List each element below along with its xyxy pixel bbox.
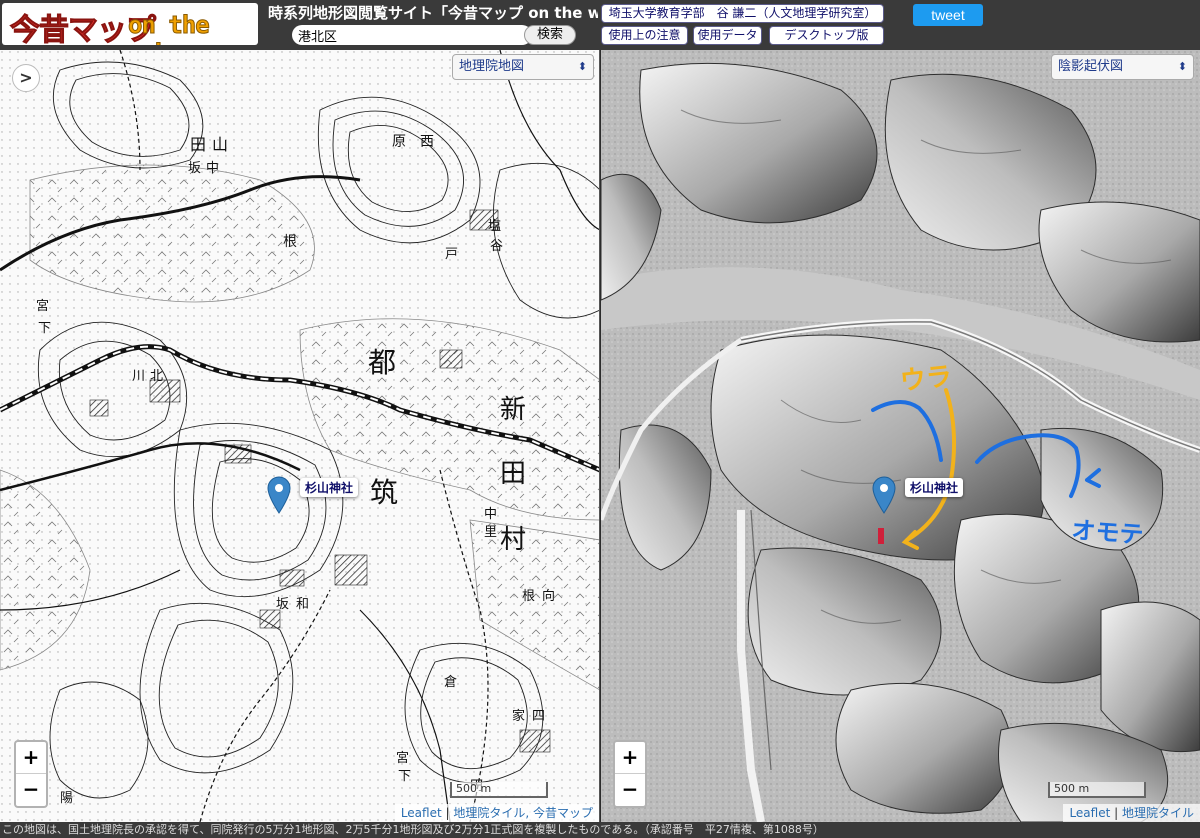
tile-attribution-link[interactable]: 地理院タイル, 今昔マップ bbox=[453, 806, 593, 820]
tweet-button[interactable]: tweet bbox=[913, 4, 983, 26]
map-label: 坂 bbox=[276, 597, 289, 612]
select-caret-icon: ⬍ bbox=[577, 60, 587, 73]
copyright-footer: この地図は、国土地理院長の承認を得て、同院発行の5万分1地形図、2万5千分1地形… bbox=[0, 822, 1200, 838]
right-attribution: Leaflet | 地理院タイル bbox=[1063, 804, 1200, 822]
map-label: 倉 bbox=[444, 675, 457, 690]
search-input[interactable] bbox=[292, 25, 532, 45]
map-label: 都 bbox=[368, 346, 396, 379]
map-label: 新 bbox=[500, 395, 526, 425]
zoom-in-button[interactable]: + bbox=[16, 742, 46, 774]
map-label: 谷 bbox=[490, 239, 503, 254]
right-layer-select[interactable]: 陰影起伏図 ⬍ bbox=[1051, 54, 1194, 80]
site-title: 時系列地形図閲覧サイト「今昔マップ on the web」 bbox=[268, 4, 598, 22]
sidebar-toggle-button[interactable]: > bbox=[12, 64, 40, 92]
map-label: 四 bbox=[532, 709, 545, 724]
left-scale-bar: 500 m bbox=[450, 782, 548, 798]
map-label: 下 bbox=[38, 321, 51, 336]
old-map-drawing: 田 山 坂 中 原 西 根 塩 谷 戸 宮 下 川 北 都 新 田 筑 村 中 … bbox=[0, 50, 599, 822]
shrine-marker-label: 杉山神社 bbox=[905, 478, 964, 497]
map-label: 山 bbox=[212, 135, 228, 154]
map-label: 下 bbox=[398, 769, 411, 784]
author-link[interactable]: 埼玉大学教育学部 谷 謙二（人文地理学研究室） bbox=[601, 4, 884, 23]
map-label: 家 bbox=[512, 708, 525, 724]
leaflet-link[interactable]: Leaflet bbox=[1069, 806, 1110, 820]
map-label: 田 bbox=[500, 459, 526, 489]
map-label: 田 bbox=[190, 135, 206, 154]
map-label: 坂 bbox=[188, 161, 201, 176]
shrine-marker-label: 杉山神社 bbox=[300, 478, 359, 497]
map-label: 西 bbox=[420, 134, 434, 150]
zoom-in-button[interactable]: + bbox=[615, 742, 645, 774]
map-label: 和 bbox=[296, 597, 309, 612]
map-label: 里 bbox=[484, 525, 497, 540]
map-label: 宮 bbox=[36, 298, 49, 314]
logo-sub-text: on the web bbox=[128, 11, 211, 46]
map-label: 戸 bbox=[445, 247, 458, 262]
shrine-marker-icon[interactable] bbox=[871, 476, 897, 514]
data-used-button[interactable]: 使用データ bbox=[693, 26, 762, 45]
zoom-out-button[interactable]: − bbox=[615, 774, 645, 806]
map-label: 川 bbox=[132, 369, 145, 384]
attribution-separator: | bbox=[441, 806, 454, 820]
ura-annotation: ウラ bbox=[899, 362, 954, 397]
shrine-marker-icon[interactable] bbox=[266, 476, 292, 514]
hillshade-drawing: ウラ オモテ bbox=[601, 50, 1200, 822]
map-label: 根 bbox=[283, 234, 297, 250]
site-logo[interactable]: 今昔マップ on the web bbox=[2, 3, 258, 45]
right-zoom-control: + − bbox=[613, 740, 647, 808]
left-layer-select[interactable]: 地理院地図 ⬍ bbox=[452, 54, 594, 80]
right-scale-bar: 500 m bbox=[1048, 782, 1146, 798]
map-label: 北 bbox=[150, 369, 163, 384]
left-layer-value: 地理院地図 bbox=[459, 59, 525, 74]
map-label: 原 bbox=[392, 134, 406, 150]
attribution-separator: | bbox=[1110, 806, 1122, 820]
desktop-version-button[interactable]: デスクトップ版 bbox=[769, 26, 884, 45]
right-layer-value: 陰影起伏図 bbox=[1058, 59, 1124, 74]
map-label: 宮 bbox=[396, 750, 409, 766]
omote-annotation: オモテ bbox=[1071, 516, 1145, 549]
zoom-out-button[interactable]: − bbox=[16, 774, 46, 806]
left-attribution: Leaflet | 地理院タイル, 今昔マップ bbox=[394, 804, 599, 822]
hillshade-map[interactable]: ウラ オモテ 陰影起伏図 ⬍ 杉山神社 + − 500 m Leaflet | … bbox=[601, 50, 1200, 822]
map-label: 中 bbox=[206, 161, 219, 176]
leaflet-link[interactable]: Leaflet bbox=[401, 806, 442, 820]
select-caret-icon: ⬍ bbox=[1177, 60, 1187, 73]
map-label: 向 bbox=[542, 588, 555, 604]
usage-notes-button[interactable]: 使用上の注意 bbox=[601, 26, 688, 45]
map-label: 筑 bbox=[370, 476, 398, 509]
left-zoom-control: + − bbox=[14, 740, 48, 808]
map-label: 村 bbox=[500, 525, 526, 555]
tile-attribution-link[interactable]: 地理院タイル bbox=[1122, 806, 1194, 820]
search-button[interactable]: 検索 bbox=[524, 25, 576, 45]
map-label: 塩 bbox=[488, 219, 501, 234]
header-bar: 今昔マップ on the web 時系列地形図閲覧サイト「今昔マップ on th… bbox=[0, 0, 1200, 50]
map-label: 陽 bbox=[60, 791, 73, 806]
map-label: 中 bbox=[484, 507, 497, 522]
old-topographic-map[interactable]: 田 山 坂 中 原 西 根 塩 谷 戸 宮 下 川 北 都 新 田 筑 村 中 … bbox=[0, 50, 600, 822]
map-label: 根 bbox=[522, 589, 535, 604]
